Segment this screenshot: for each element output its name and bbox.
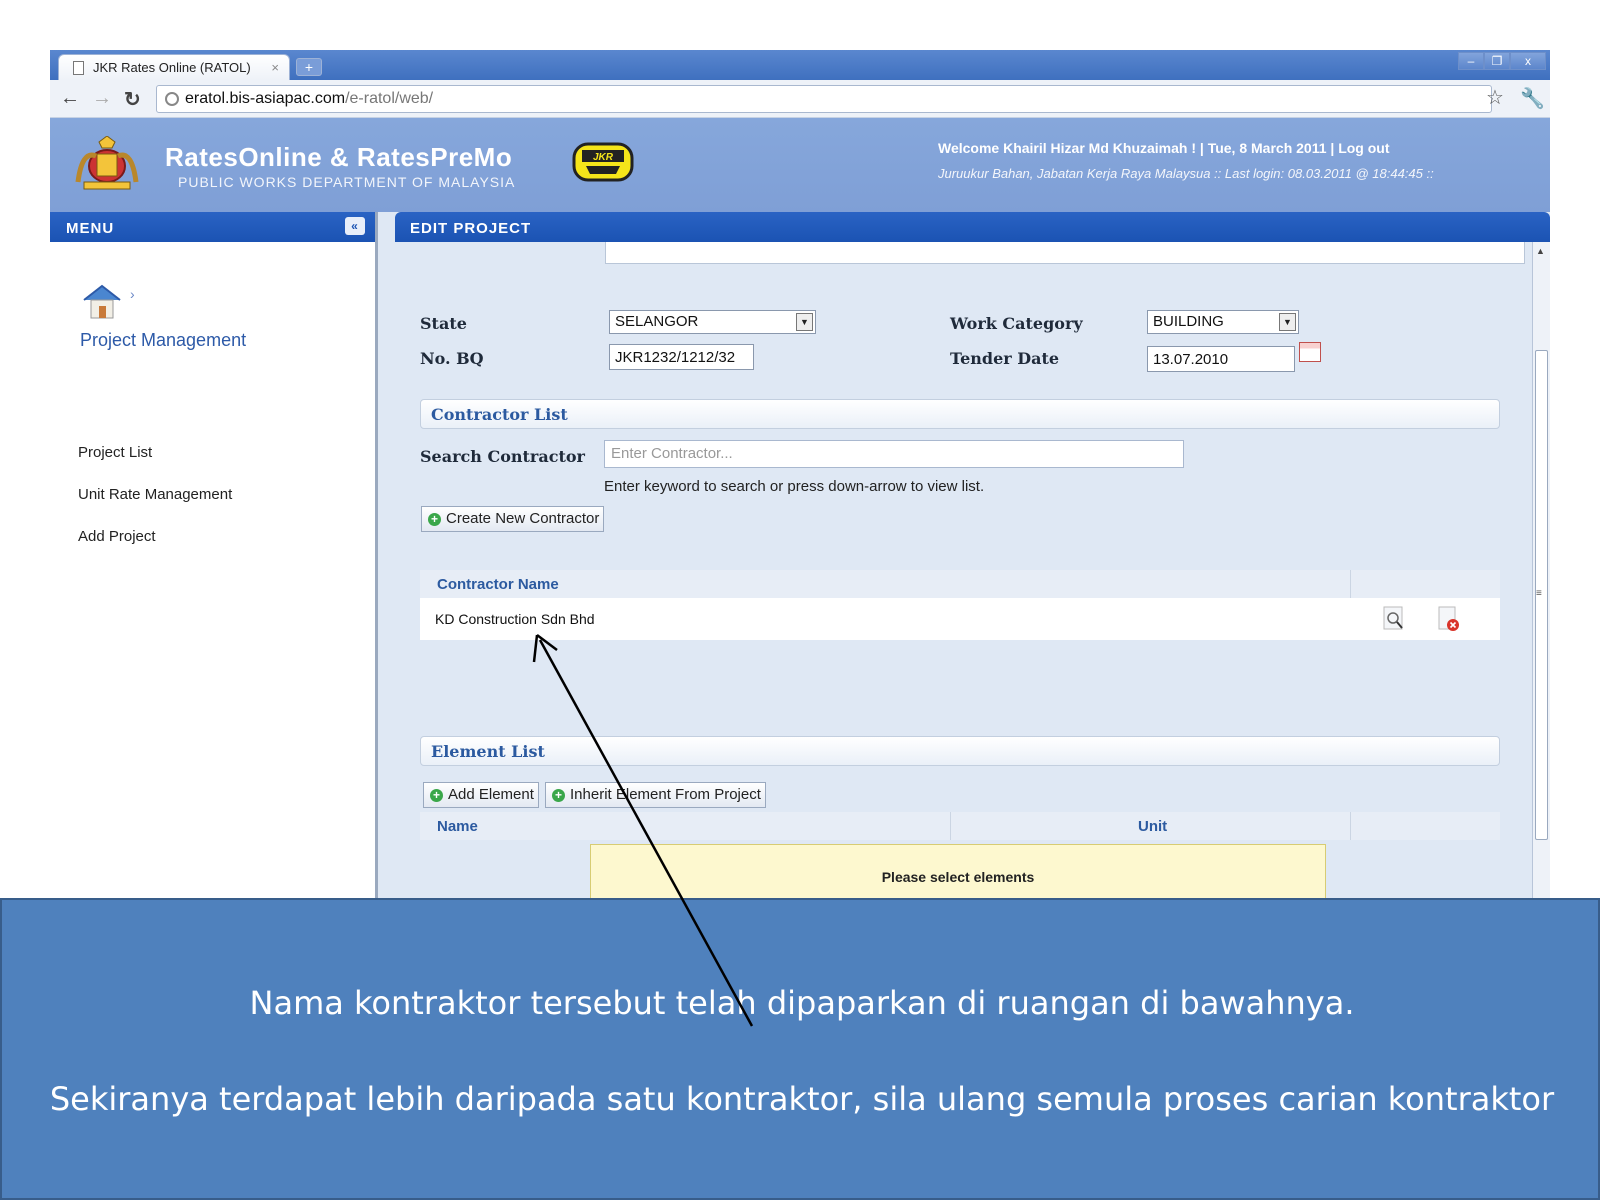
caption-line-1: Nama kontraktor tersebut telah dipaparka… (249, 984, 1355, 1022)
tab-title: JKR Rates Online (RATOL) (93, 60, 251, 75)
star-icon[interactable]: ☆ (1486, 85, 1504, 110)
slide: JKR Rates Online (RATOL) × + – ❐ x ← → ↻… (0, 0, 1600, 1200)
welcome-text: Welcome Khairil Hizar Md Khuzaimah ! | T… (938, 140, 1390, 156)
inherit-element-button[interactable]: + Inherit Element From Project (545, 782, 766, 808)
caption-line-2: Sekiranya terdapat lebih daripada satu k… (49, 1080, 1555, 1118)
jkr-logo-text: JKR (593, 152, 614, 163)
menu-title: MENU (66, 220, 115, 237)
contractor-name-header: Contractor Name (437, 576, 559, 593)
delete-icon[interactable] (1438, 606, 1460, 632)
app-subtitle: PUBLIC WORKS DEPARTMENT OF MALAYSIA (178, 174, 516, 190)
breadcrumb-separator: › (130, 286, 135, 302)
unit-column-header: Unit (1138, 818, 1168, 835)
malaysia-crest-icon (75, 136, 139, 190)
inherit-element-label: Inherit Element From Project (570, 786, 761, 803)
view-magnifier-icon[interactable] (1383, 606, 1405, 632)
state-value: SELANGOR (615, 313, 699, 330)
address-bar[interactable]: eratol.bis-asiapac.com/e-ratol/web/ (156, 85, 1492, 113)
search-contractor-label: Search Contractor (420, 447, 585, 466)
element-table-header: Name Unit (420, 812, 1500, 840)
add-element-label: Add Element (448, 786, 534, 803)
create-new-contractor-button[interactable]: + Create New Contractor (421, 506, 605, 532)
forward-arrow-icon[interactable]: → (92, 87, 112, 110)
minimize-icon[interactable]: – (1458, 52, 1484, 70)
browser-tab[interactable]: JKR Rates Online (RATOL) × (58, 54, 290, 80)
section-title: Project Management (80, 330, 247, 350)
sidebar: MENU « › Project Management Project List… (50, 212, 378, 900)
globe-icon (165, 92, 179, 106)
menu-header: MENU « (50, 212, 375, 242)
back-arrow-icon[interactable]: ← (60, 87, 80, 110)
sidebar-item-add-project[interactable]: Add Project (78, 528, 156, 545)
contractor-name: KD Construction Sdn Bhd (435, 611, 595, 627)
home-icon[interactable] (82, 284, 122, 320)
panel-title: EDIT PROJECT (395, 212, 1550, 242)
add-element-button[interactable]: + Add Element (423, 782, 539, 808)
search-contractor-input[interactable]: Enter Contractor... (604, 440, 1184, 468)
column-divider (1350, 812, 1351, 840)
add-icon: + (428, 513, 441, 526)
bq-label: No. BQ (420, 349, 484, 368)
contractor-table: Contractor Name KD Construction Sdn Bhd (420, 570, 1500, 640)
calendar-icon[interactable] (1299, 342, 1321, 362)
dropdown-arrow-icon[interactable]: ▼ (796, 313, 813, 331)
app-header: RatesOnline & RatesPreMo PUBLIC WORKS DE… (50, 118, 1550, 212)
column-divider (950, 812, 951, 840)
sidebar-item-project-list[interactable]: Project List (78, 444, 152, 461)
app-title: RatesOnline & RatesPreMo (165, 142, 513, 172)
work-category-label: Work Category (950, 314, 1083, 333)
scrolled-field[interactable] (605, 242, 1525, 264)
work-category-select[interactable]: BUILDING ▼ (1147, 310, 1299, 334)
collapse-menu-button[interactable]: « (345, 217, 365, 235)
state-label: State (420, 314, 467, 333)
browser-window: JKR Rates Online (RATOL) × + – ❐ x ← → ↻… (50, 50, 1550, 932)
restore-icon[interactable]: ❐ (1484, 52, 1510, 70)
new-tab-button[interactable]: + (296, 58, 322, 76)
browser-toolbar: ← → ↻ eratol.bis-asiapac.com/e-ratol/web… (50, 80, 1550, 118)
close-window-icon[interactable]: x (1510, 52, 1546, 70)
scroll-up-icon[interactable]: ▲ (1536, 246, 1545, 256)
page-icon (73, 61, 84, 75)
sidebar-item-unit-rate-management[interactable]: Unit Rate Management (78, 486, 232, 503)
contractor-table-header: Contractor Name (420, 570, 1500, 598)
last-login-text: Juruukur Bahan, Jabatan Kerja Raya Malay… (938, 166, 1434, 181)
edit-project-panel: EDIT PROJECT State SELANGOR ▼ No. BQ JKR… (395, 212, 1550, 932)
tender-date-input[interactable]: 13.07.2010 (1147, 346, 1295, 372)
state-select[interactable]: SELANGOR ▼ (609, 310, 816, 334)
contractor-list-section: Contractor List (420, 399, 1500, 429)
scroll-grip-icon: ≡ (1536, 588, 1542, 599)
scrollbar[interactable]: ▲ ≡ (1532, 242, 1550, 900)
tender-date-label: Tender Date (950, 349, 1060, 368)
caption-box: Nama kontraktor tersebut telah dipaparka… (0, 898, 1600, 1200)
url-host: eratol.bis-asiapac.com (185, 90, 346, 107)
bq-input[interactable]: JKR1232/1212/32 (609, 344, 754, 370)
column-divider (1350, 570, 1351, 598)
table-row[interactable]: KD Construction Sdn Bhd (420, 598, 1500, 640)
wrench-icon[interactable]: 🔧 (1520, 86, 1545, 111)
reload-icon[interactable]: ↻ (124, 87, 141, 112)
element-list-section: Element List (420, 736, 1500, 766)
tab-strip: JKR Rates Online (RATOL) × + – ❐ x (50, 50, 1550, 80)
close-tab-icon[interactable]: × (271, 60, 279, 75)
create-new-contractor-label: Create New Contractor (446, 510, 600, 527)
jkr-logo-icon: JKR (572, 142, 634, 182)
search-hint: Enter keyword to search or press down-ar… (604, 478, 985, 495)
name-column-header: Name (437, 818, 478, 835)
url-path: /e-ratol/web/ (345, 90, 434, 107)
dropdown-arrow-icon[interactable]: ▼ (1279, 313, 1296, 331)
work-category-value: BUILDING (1153, 313, 1224, 330)
add-icon: + (430, 789, 443, 802)
add-icon: + (552, 789, 565, 802)
